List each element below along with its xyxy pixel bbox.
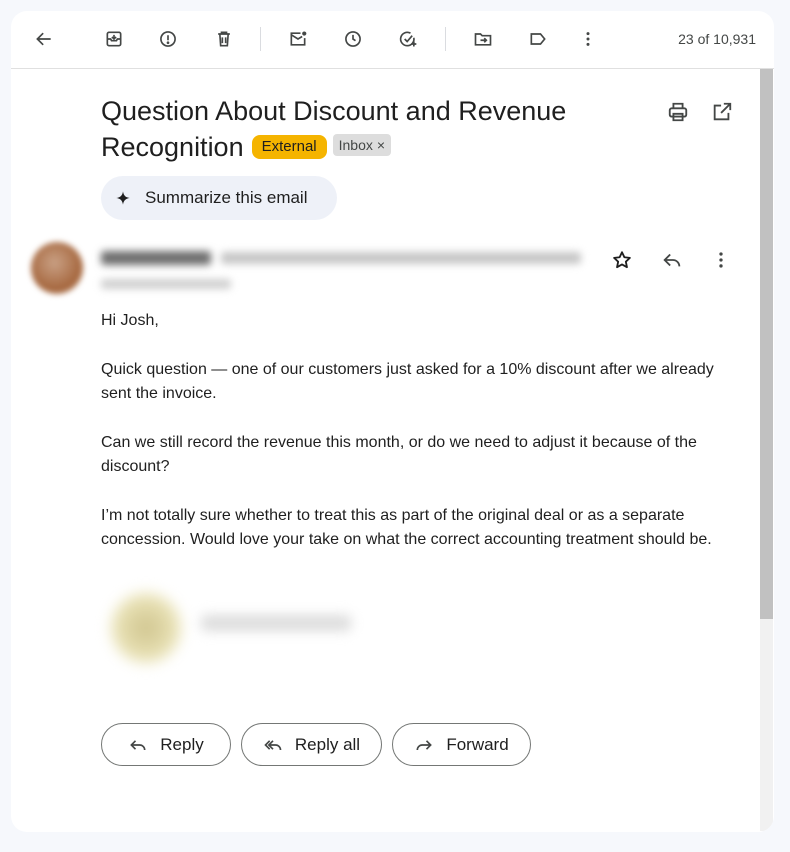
label-button[interactable]: [522, 23, 554, 55]
mark-unread-button[interactable]: [282, 23, 314, 55]
back-button[interactable]: [28, 23, 60, 55]
scrollbar[interactable]: [760, 69, 773, 831]
pagination-counter: 23 of 10,931: [678, 31, 756, 47]
forward-icon: [416, 739, 433, 750]
email-greeting: Hi Josh,: [101, 312, 159, 329]
star-button[interactable]: [609, 247, 635, 273]
remove-label-icon[interactable]: ×: [377, 137, 385, 153]
report-spam-button[interactable]: [152, 23, 184, 55]
reply-button[interactable]: Reply: [101, 723, 231, 766]
summarize-email-button[interactable]: Summarize this email: [101, 176, 337, 220]
more-vertical-icon: [586, 32, 590, 46]
report-spam-icon: [160, 31, 176, 47]
archive-button[interactable]: [98, 23, 130, 55]
add-task-icon: [399, 31, 417, 47]
reply-button-label: Reply: [160, 734, 204, 754]
reply-all-icon: [264, 739, 282, 750]
move-to-folder-icon: [474, 33, 492, 46]
sender-info-redacted: [101, 249, 591, 267]
toolbar: 23 of 10,931: [11, 11, 774, 69]
email-paragraph: Can we still record the revenue this mon…: [101, 434, 697, 475]
snooze-button[interactable]: [337, 23, 369, 55]
forward-button-label: Forward: [446, 734, 509, 754]
email-body: Hi Josh, Quick question — one of our cus…: [101, 309, 741, 577]
email-paragraph: Quick question — one of our customers ju…: [101, 361, 714, 402]
delete-button[interactable]: [208, 23, 240, 55]
summarize-label: Summarize this email: [145, 188, 308, 207]
add-task-button[interactable]: [392, 23, 424, 55]
email-paragraph: I’m not totally sure whether to treat th…: [101, 507, 712, 548]
reply-icon: [663, 253, 681, 267]
star-icon: [613, 251, 631, 269]
trash-icon: [218, 31, 230, 47]
external-chip: External: [251, 135, 327, 159]
forward-button[interactable]: Forward: [392, 723, 531, 766]
message-more-button[interactable]: [708, 247, 734, 273]
more-vertical-icon: [719, 252, 723, 268]
signature-image-redacted: [111, 593, 181, 663]
reply-all-button-label: Reply all: [294, 734, 361, 754]
arrow-left-icon: [36, 32, 51, 46]
toolbar-divider: [445, 27, 446, 51]
print-button[interactable]: [665, 99, 691, 125]
move-to-button[interactable]: [467, 23, 499, 55]
open-in-new-window-button[interactable]: [709, 99, 735, 125]
toolbar-divider: [260, 27, 261, 51]
reply-icon: [130, 739, 146, 750]
sender-avatar[interactable]: [31, 242, 83, 294]
inbox-label-text: Inbox: [338, 137, 373, 153]
email-view: 23 of 10,931 Question About Discount and…: [11, 11, 774, 832]
inbox-label-chip: Inbox ×: [332, 134, 392, 156]
archive-icon: [106, 31, 122, 47]
signature-text-redacted: [201, 615, 351, 631]
email-subject: Question About Discount and Revenue Reco…: [101, 93, 621, 165]
mark-unread-icon: [290, 31, 307, 46]
open-in-new-window-icon: [713, 102, 732, 121]
sparkle-icon: [116, 191, 130, 205]
snooze-clock-icon: [345, 31, 361, 47]
more-options-button[interactable]: [572, 23, 604, 55]
label-icon: [530, 33, 546, 45]
reply-all-button[interactable]: Reply all: [241, 723, 382, 766]
reply-icon-button[interactable]: [659, 247, 685, 273]
scrollbar-thumb[interactable]: [760, 69, 773, 619]
print-icon: [668, 102, 688, 122]
recipient-info-redacted: [101, 279, 231, 289]
